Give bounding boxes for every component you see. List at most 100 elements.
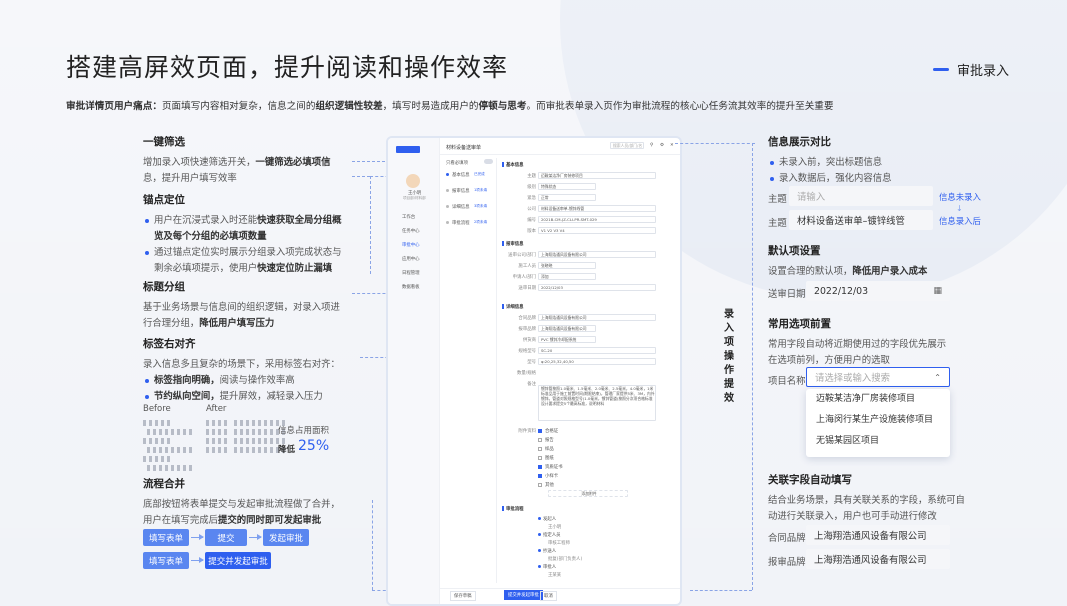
anchor-item-3[interactable]: 审批流程 bbox=[452, 220, 470, 226]
close-icon[interactable]: ✕ bbox=[670, 143, 674, 148]
field-input[interactable]: 上海翔浩通风设备有限公司 bbox=[538, 251, 656, 258]
text: 底部按钮将表单提交与发起审批流程做了合并， bbox=[143, 499, 340, 510]
anchor-item-1[interactable]: 报审信息 bbox=[452, 188, 470, 194]
checkbox[interactable] bbox=[538, 438, 542, 442]
field-input[interactable]: φ:20,25,32,40,50 bbox=[538, 358, 656, 365]
text: 用户在填写完成后 bbox=[143, 515, 219, 526]
before-illustration bbox=[143, 417, 192, 474]
field-input[interactable]: 2021B-CM-JZ-CLI-PR-SMT-029 bbox=[538, 216, 656, 223]
anchor-item-0[interactable]: 基本信息 bbox=[452, 172, 470, 178]
note-textarea[interactable]: 镀锌管按照1.0毫米、1.5毫米、2.0毫米、2.5毫米，4.0毫米，1米标准品… bbox=[538, 385, 656, 421]
report-brand-input[interactable]: 上海翔浩通风设备有限公司 bbox=[806, 549, 950, 569]
field-label: 公司 bbox=[527, 207, 536, 212]
field-input[interactable]: 上海翔浩通风设备有限公司 bbox=[538, 325, 596, 332]
text: 阅读与操作效率高 bbox=[219, 375, 295, 386]
fill-form-chip-2: 填写表单 bbox=[143, 552, 189, 569]
checkbox[interactable] bbox=[538, 447, 542, 451]
section-text: 设置合理的默认项，降低用户录入成本 bbox=[768, 264, 988, 280]
field-input[interactable]: 迈鞍某洁净厂房装修项目 bbox=[538, 172, 656, 179]
field-label: 编号 bbox=[527, 218, 536, 223]
settings-icon[interactable]: ⚙ bbox=[660, 143, 664, 148]
section-bar bbox=[502, 241, 504, 246]
checkbox[interactable] bbox=[538, 483, 542, 487]
sidebar-item-0[interactable]: 工作台 bbox=[402, 214, 415, 220]
field-input[interactable]: 2022/12/03 bbox=[538, 284, 656, 291]
search-icon[interactable]: ⚲ bbox=[650, 143, 653, 148]
fill-form-chip: 填写表单 bbox=[143, 529, 189, 546]
sidebar-item-4[interactable]: 日程管理 bbox=[402, 270, 420, 276]
section-common-options: 常用选项前置 常用字段自动将近期使用过的字段优先展示 在选项前列，方便用户的选取 bbox=[768, 316, 988, 369]
checkbox-label: 样品 bbox=[545, 447, 554, 452]
section-flow-merge: 流程合并 底部按钮将表单提交与发起审批流程做了合并， 用户在填写完成后提交的同时即… bbox=[143, 476, 368, 529]
field-label: 合同品牌 bbox=[518, 316, 536, 321]
field-label: 主题 bbox=[527, 174, 536, 179]
flow-step-1: 王小明 bbox=[548, 525, 562, 530]
text: 通过锚点定位实时展示分组录入项完成状态与 bbox=[154, 247, 342, 258]
pain-text-d: 。而审批表单录入页作为审批流程的核心心任务流其效率的提升至关重要 bbox=[526, 101, 834, 112]
calendar-icon[interactable]: ▦ bbox=[933, 286, 942, 296]
checkbox[interactable] bbox=[538, 474, 542, 478]
checkbox[interactable] bbox=[538, 456, 542, 460]
bullet-item: 标签指向明确，阅读与操作效率高 bbox=[143, 373, 353, 389]
section-auto-fill: 关联字段自动填写 结合业务场景，具有关联关系的字段，系统可自 动进行关联录入，用户… bbox=[768, 472, 988, 525]
field-input[interactable]: PVC 镀锌冷却配系统 bbox=[538, 336, 596, 343]
project-placeholder: 请选择或输入搜索 bbox=[815, 373, 891, 384]
pain-text-a: 页面填写内容相对复杂，信息之间的 bbox=[161, 101, 316, 112]
before-input-label: 信息未录入 bbox=[939, 192, 981, 202]
flow-dot bbox=[538, 517, 541, 520]
field-input[interactable]: 特殊状态 bbox=[538, 183, 596, 190]
sidebar-item-2[interactable]: 审批中心 bbox=[402, 242, 420, 248]
sidebar-item-3[interactable]: 应用中心 bbox=[402, 256, 420, 262]
connector-line bbox=[370, 176, 371, 274]
dropdown-option[interactable]: 迈鞍某洁净厂房装修项目 bbox=[806, 389, 950, 410]
anchor-item-2[interactable]: 详细信息 bbox=[452, 204, 470, 210]
before-label: Before bbox=[143, 404, 171, 414]
anchor-note: 3项未填 bbox=[474, 204, 488, 208]
checkbox[interactable] bbox=[538, 429, 542, 433]
after-input-label: 信息录入后 bbox=[939, 216, 981, 226]
checkbox-label: 小样卡 bbox=[545, 474, 559, 479]
sidebar-item-1[interactable]: 任务中心 bbox=[402, 228, 420, 234]
date-input[interactable]: 2022/12/03 ▦ bbox=[806, 281, 950, 301]
field-input[interactable]: 上海翔浩通风设备有限公司 bbox=[538, 314, 656, 321]
text: 设置合理的默认项， bbox=[768, 266, 853, 277]
contract-brand-input[interactable]: 上海翔浩通风设备有限公司 bbox=[806, 525, 950, 545]
field-input[interactable]: 张晓晓 bbox=[538, 262, 596, 269]
submit-chip: 提交 bbox=[205, 529, 247, 546]
upload-button[interactable]: 添加附件 bbox=[548, 490, 628, 497]
text: 行合理分组， bbox=[143, 318, 200, 329]
text: 常用字段自动将近期使用过的字段优先展示 bbox=[768, 339, 947, 350]
start-approval-chip: 发起审批 bbox=[263, 529, 309, 546]
filter-toggle[interactable] bbox=[484, 159, 493, 164]
flow-dot bbox=[538, 565, 541, 568]
text-bold: 降低用户录入成本 bbox=[852, 266, 928, 277]
field-input[interactable]: 材料设备送审单-镀锌线管 bbox=[538, 205, 656, 212]
sidebar-item-5[interactable]: 数据看板 bbox=[402, 284, 420, 290]
mock-search-input[interactable]: 搜索人员/部门/名 bbox=[610, 142, 644, 149]
anchor-note: 1项未填 bbox=[474, 188, 488, 192]
dropdown-option[interactable]: 无锡某园区项目 bbox=[806, 431, 950, 452]
field-input[interactable]: 添加 bbox=[538, 273, 596, 280]
checkbox[interactable] bbox=[538, 465, 542, 469]
text: 息，提升用户填写效率 bbox=[143, 173, 237, 184]
field-input[interactable]: SC-20 bbox=[538, 347, 656, 354]
subject-input-filled[interactable]: 材料设备送审单–镀锌线管 bbox=[789, 210, 933, 230]
flow-dot bbox=[538, 533, 541, 536]
section-title: 标签右对齐 bbox=[143, 338, 196, 350]
field-input[interactable]: 正常 bbox=[538, 194, 596, 201]
chevron-up-icon[interactable]: ⌃ bbox=[934, 373, 941, 382]
section-title: 默认项设置 bbox=[768, 245, 821, 257]
dropdown-option[interactable]: 上海闵行某生产设施装修项目 bbox=[806, 410, 950, 431]
subject-input-empty[interactable]: 请输入 bbox=[789, 186, 933, 206]
bullet-item: 未录入前，突出标题信息 bbox=[768, 155, 988, 171]
pain-point-text: 审批详情页用户痛点：页面填写内容相对复杂，信息之间的组织逻辑性较差，填写时易造成… bbox=[66, 98, 834, 112]
flow-step-5: 批复(部门负责人) bbox=[548, 557, 583, 562]
checkbox-label: 其他 bbox=[545, 483, 554, 488]
field-label: 版本 bbox=[527, 229, 536, 234]
connector-line bbox=[352, 176, 370, 177]
field-input[interactable]: V1 V2 V3 V4 bbox=[538, 227, 656, 234]
submit-approve-button[interactable]: 提交并发起审批 bbox=[504, 590, 543, 600]
checkbox-label: 合格证 bbox=[545, 429, 559, 434]
project-select[interactable]: 请选择或输入搜索 ⌃ bbox=[806, 367, 950, 387]
section-bar bbox=[502, 162, 504, 167]
